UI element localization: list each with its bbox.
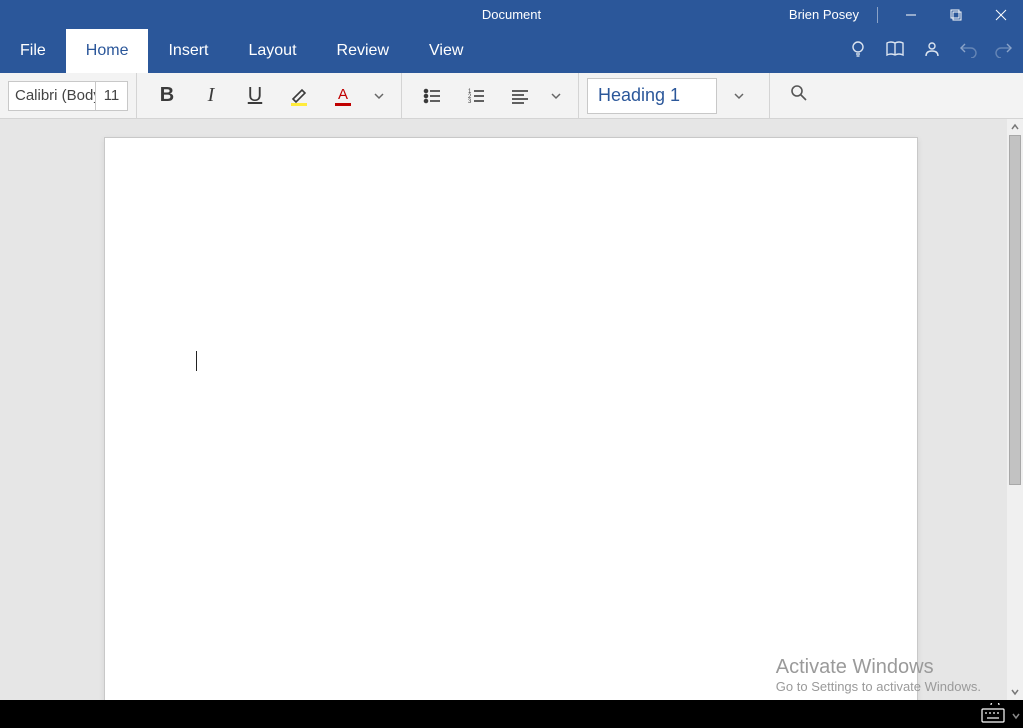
taskbar (0, 700, 1023, 728)
highlight-icon (288, 85, 310, 107)
search-button[interactable] (790, 84, 808, 107)
svg-text:3: 3 (468, 99, 472, 105)
numbering-icon: 1 2 3 (466, 86, 486, 106)
font-color-button[interactable]: A (321, 73, 365, 119)
activation-watermark: Activate Windows Go to Settings to activ… (776, 656, 981, 694)
document-page[interactable] (104, 137, 918, 700)
keyboard-icon (981, 703, 1005, 723)
scrollbar-track[interactable] (1007, 135, 1023, 684)
search-group (770, 73, 1023, 118)
show-desktop-corner[interactable] (1011, 708, 1021, 726)
tab-home[interactable]: Home (66, 29, 149, 73)
minimize-button[interactable] (888, 0, 933, 29)
font-name-input[interactable]: Calibri (Body (8, 81, 96, 111)
font-group: Calibri (Body 11 (0, 73, 137, 118)
font-size-input[interactable]: 11 (96, 81, 128, 111)
styles-group: Heading 1 (579, 73, 770, 118)
separator (877, 7, 878, 23)
book-icon[interactable] (885, 40, 905, 63)
chevron-down-icon (1010, 687, 1020, 697)
bold-icon: B (160, 84, 174, 107)
scroll-up-button[interactable] (1007, 119, 1023, 135)
scroll-down-button[interactable] (1007, 684, 1023, 700)
scrollbar-thumb[interactable] (1009, 135, 1021, 485)
redo-icon[interactable] (995, 40, 1013, 63)
font-color-icon: A (332, 85, 354, 107)
paragraph-group: 1 2 3 (402, 73, 579, 118)
maximize-icon (950, 9, 962, 21)
format-group: B I U A (137, 73, 402, 118)
italic-icon: I (208, 84, 215, 107)
text-cursor (196, 351, 197, 371)
document-area: Activate Windows Go to Settings to activ… (0, 119, 1023, 700)
bullets-icon (422, 86, 442, 106)
tab-view[interactable]: View (409, 29, 483, 73)
chevron-down-icon (1011, 711, 1021, 721)
title-bar: Document Brien Posey (0, 0, 1023, 29)
minimize-icon (905, 9, 917, 21)
style-more-button[interactable] (717, 90, 761, 102)
close-button[interactable] (978, 0, 1023, 29)
toolbar: Calibri (Body 11 B I U A (0, 73, 1023, 119)
chevron-down-icon (733, 90, 745, 102)
maximize-button[interactable] (933, 0, 978, 29)
touch-keyboard-button[interactable] (981, 703, 1005, 728)
user-name[interactable]: Brien Posey (789, 7, 859, 22)
ribbon-bar: File Home Insert Layout Review View (0, 29, 1023, 73)
lightbulb-icon[interactable] (849, 40, 867, 63)
bullets-button[interactable] (410, 73, 454, 119)
align-icon (510, 86, 530, 106)
format-more-button[interactable] (365, 90, 393, 102)
svg-text:A: A (338, 86, 348, 103)
chevron-down-icon (550, 90, 562, 102)
person-icon[interactable] (923, 40, 941, 63)
highlight-button[interactable] (277, 73, 321, 119)
numbering-button[interactable]: 1 2 3 (454, 73, 498, 119)
tab-file[interactable]: File (0, 29, 66, 73)
chevron-down-icon (373, 90, 385, 102)
close-icon (995, 9, 1007, 21)
paragraph-more-button[interactable] (542, 90, 570, 102)
align-button[interactable] (498, 73, 542, 119)
vertical-scrollbar[interactable] (1007, 119, 1023, 700)
underline-icon: U (248, 84, 262, 107)
document-title: Document (482, 7, 541, 22)
undo-icon[interactable] (959, 40, 977, 63)
watermark-title: Activate Windows (776, 656, 981, 679)
search-icon (790, 84, 808, 102)
tab-layout[interactable]: Layout (228, 29, 316, 73)
underline-button[interactable]: U (233, 73, 277, 119)
watermark-subtitle: Go to Settings to activate Windows. (776, 679, 981, 694)
style-selector[interactable]: Heading 1 (587, 78, 717, 114)
chevron-up-icon (1010, 122, 1020, 132)
italic-button[interactable]: I (189, 73, 233, 119)
tab-insert[interactable]: Insert (148, 29, 228, 73)
tab-review[interactable]: Review (317, 29, 409, 73)
bold-button[interactable]: B (145, 73, 189, 119)
